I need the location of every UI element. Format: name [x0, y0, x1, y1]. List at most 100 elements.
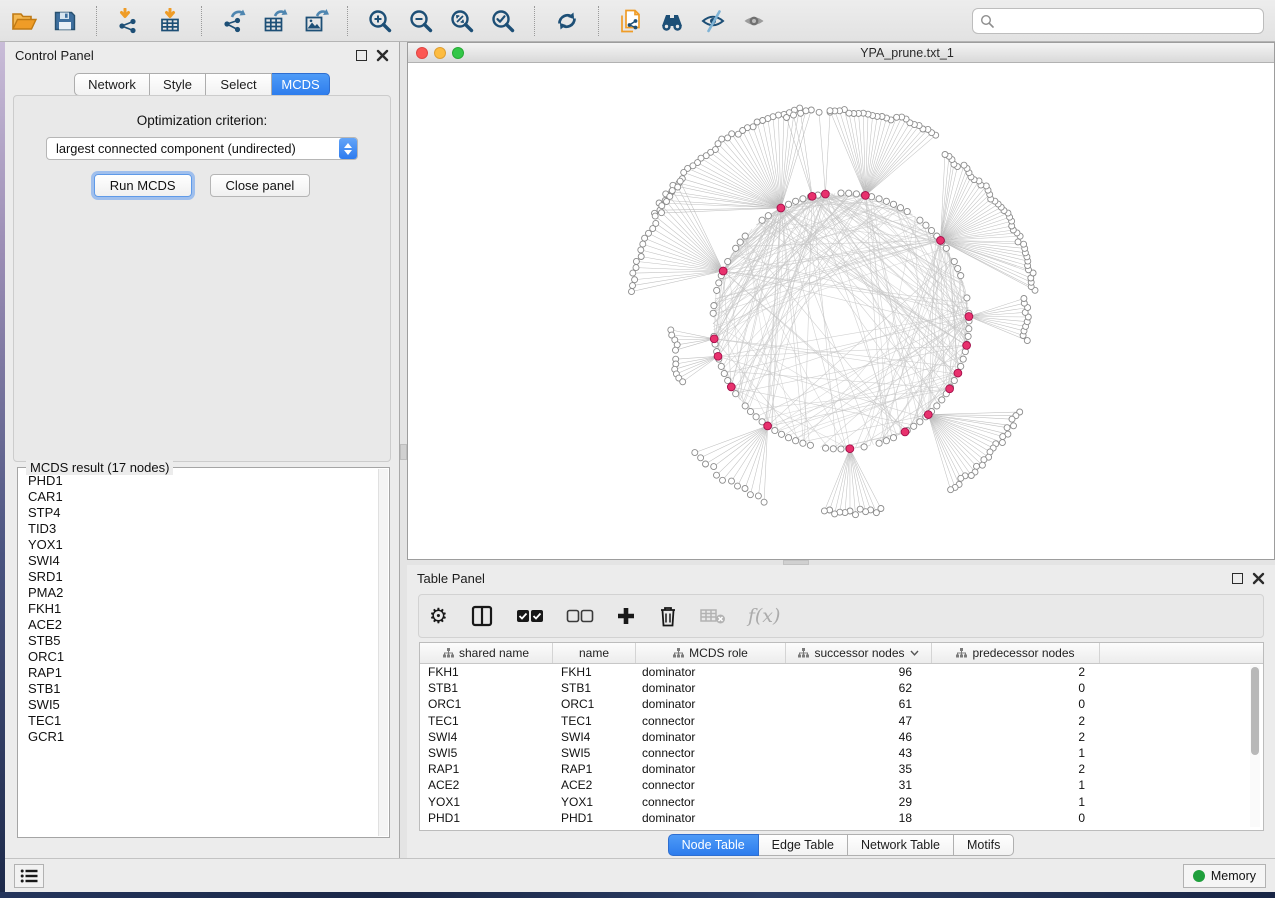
cell-successor_nodes[interactable]: 29 — [786, 794, 932, 810]
column-header-name[interactable]: name — [553, 643, 636, 663]
mcds-result-item[interactable]: STB5 — [19, 633, 378, 649]
apply-layout-icon[interactable] — [553, 7, 580, 34]
cell-name[interactable]: SWI5 — [553, 745, 636, 761]
mcds-result-item[interactable]: YOX1 — [19, 537, 378, 553]
cell-mcds_role[interactable]: dominator — [636, 664, 786, 680]
cell-predecessor_nodes[interactable]: 2 — [932, 664, 1100, 680]
task-history-button[interactable] — [14, 864, 44, 888]
table-row-FKH1[interactable]: FKH1FKH1dominator962 — [420, 664, 1263, 680]
mcds-result-item[interactable]: STB1 — [19, 681, 378, 697]
cell-successor_nodes[interactable]: 35 — [786, 761, 932, 777]
cell-shared_name[interactable]: SWI4 — [420, 729, 553, 745]
cell-successor_nodes[interactable]: 96 — [786, 664, 932, 680]
cell-successor_nodes[interactable]: 18 — [786, 810, 932, 826]
float-window-icon[interactable] — [1232, 573, 1243, 584]
splitter-grip[interactable] — [400, 444, 407, 460]
cell-successor_nodes[interactable]: 31 — [786, 777, 932, 793]
cell-predecessor_nodes[interactable]: 0 — [932, 680, 1100, 696]
save-session-icon[interactable] — [51, 7, 78, 34]
search-input[interactable] — [994, 14, 1256, 28]
network-search-field[interactable] — [972, 8, 1264, 34]
mcds-result-item[interactable]: RAP1 — [19, 665, 378, 681]
cell-shared_name[interactable]: STB1 — [420, 680, 553, 696]
clone-network-icon[interactable] — [617, 7, 644, 34]
cell-name[interactable]: ACE2 — [553, 777, 636, 793]
column-header-MCDS-role[interactable]: MCDS role — [636, 643, 786, 663]
zoom-fit-icon[interactable] — [448, 7, 475, 34]
deselect-all-icon[interactable] — [566, 609, 594, 623]
tab-network[interactable]: Network — [74, 73, 150, 96]
tab-motifs[interactable]: Motifs — [954, 834, 1014, 856]
mcds-result-item[interactable]: ORC1 — [19, 649, 378, 665]
import-table-icon[interactable] — [156, 7, 183, 34]
cell-mcds_role[interactable]: connector — [636, 745, 786, 761]
add-column-icon[interactable] — [616, 606, 636, 626]
show-hidden-icon[interactable] — [740, 7, 767, 34]
cell-predecessor_nodes[interactable]: 1 — [932, 794, 1100, 810]
column-header-successor-nodes[interactable]: successor nodes — [786, 643, 932, 663]
cell-mcds_role[interactable]: dominator — [636, 761, 786, 777]
cell-successor_nodes[interactable]: 47 — [786, 713, 932, 729]
table-row-PHD1[interactable]: PHD1PHD1dominator180 — [420, 810, 1263, 826]
tab-mcds[interactable]: MCDS — [272, 73, 330, 96]
table-row-RAP1[interactable]: RAP1RAP1dominator352 — [420, 761, 1263, 777]
cell-predecessor_nodes[interactable]: 2 — [932, 761, 1100, 777]
open-file-icon[interactable] — [10, 7, 37, 34]
table-row-STB1[interactable]: STB1STB1dominator620 — [420, 680, 1263, 696]
cell-successor_nodes[interactable]: 61 — [786, 696, 932, 712]
table-scrollbar[interactable] — [1250, 665, 1260, 827]
cell-mcds_role[interactable]: connector — [636, 794, 786, 810]
tab-style[interactable]: Style — [150, 73, 206, 96]
cell-predecessor_nodes[interactable]: 0 — [932, 810, 1100, 826]
cell-shared_name[interactable]: PHD1 — [420, 810, 553, 826]
cell-mcds_role[interactable]: connector — [636, 713, 786, 729]
cell-shared_name[interactable]: RAP1 — [420, 761, 553, 777]
cell-mcds_role[interactable]: dominator — [636, 729, 786, 745]
close-panel-icon[interactable] — [1252, 572, 1265, 585]
cell-name[interactable]: SWI4 — [553, 729, 636, 745]
mcds-result-item[interactable]: GCR1 — [19, 729, 378, 745]
network-window-titlebar[interactable]: YPA_prune.txt_1 — [408, 43, 1274, 63]
criterion-dropdown[interactable]: largest connected component (undirected) — [46, 137, 358, 160]
mcds-result-item[interactable]: FKH1 — [19, 601, 378, 617]
cell-name[interactable]: ORC1 — [553, 696, 636, 712]
table-row-YOX1[interactable]: YOX1YOX1connector291 — [420, 794, 1263, 810]
mcds-result-item[interactable]: ACE2 — [19, 617, 378, 633]
cell-successor_nodes[interactable]: 43 — [786, 745, 932, 761]
tab-node-table[interactable]: Node Table — [668, 834, 759, 856]
search-network-icon[interactable] — [658, 7, 685, 34]
cell-shared_name[interactable]: ACE2 — [420, 777, 553, 793]
tab-select[interactable]: Select — [206, 73, 272, 96]
maximize-window-icon[interactable] — [452, 47, 464, 59]
cell-shared_name[interactable]: ORC1 — [420, 696, 553, 712]
cell-predecessor_nodes[interactable]: 1 — [932, 745, 1100, 761]
close-panel-button[interactable]: Close panel — [210, 174, 311, 197]
mcds-result-item[interactable]: SWI5 — [19, 697, 378, 713]
mcds-result-item[interactable]: TID3 — [19, 521, 378, 537]
cell-name[interactable]: PHD1 — [553, 810, 636, 826]
cell-shared_name[interactable]: SWI5 — [420, 745, 553, 761]
zoom-selected-icon[interactable] — [489, 7, 516, 34]
table-row-SWI5[interactable]: SWI5SWI5connector431 — [420, 745, 1263, 761]
hide-selected-icon[interactable] — [699, 7, 726, 34]
delete-columns-icon[interactable] — [658, 605, 678, 627]
cell-name[interactable]: YOX1 — [553, 794, 636, 810]
mcds-result-item[interactable]: STP4 — [19, 505, 378, 521]
mcds-list-scrollbar[interactable] — [378, 469, 388, 836]
cell-name[interactable]: FKH1 — [553, 664, 636, 680]
close-window-icon[interactable] — [416, 47, 428, 59]
minimize-window-icon[interactable] — [434, 47, 446, 59]
run-mcds-button[interactable]: Run MCDS — [94, 174, 192, 197]
scrollbar-thumb[interactable] — [1251, 667, 1259, 755]
float-window-icon[interactable] — [356, 50, 367, 61]
table-row-ACE2[interactable]: ACE2ACE2connector311 — [420, 777, 1263, 793]
mcds-result-item[interactable]: CAR1 — [19, 489, 378, 505]
cell-successor_nodes[interactable]: 46 — [786, 729, 932, 745]
table-row-TEC1[interactable]: TEC1TEC1connector472 — [420, 713, 1263, 729]
cell-predecessor_nodes[interactable]: 2 — [932, 729, 1100, 745]
mcds-result-item[interactable]: SWI4 — [19, 553, 378, 569]
mcds-result-item[interactable]: PMA2 — [19, 585, 378, 601]
table-row-ORC1[interactable]: ORC1ORC1dominator610 — [420, 696, 1263, 712]
cell-predecessor_nodes[interactable]: 0 — [932, 696, 1100, 712]
network-graph[interactable] — [408, 63, 1274, 559]
